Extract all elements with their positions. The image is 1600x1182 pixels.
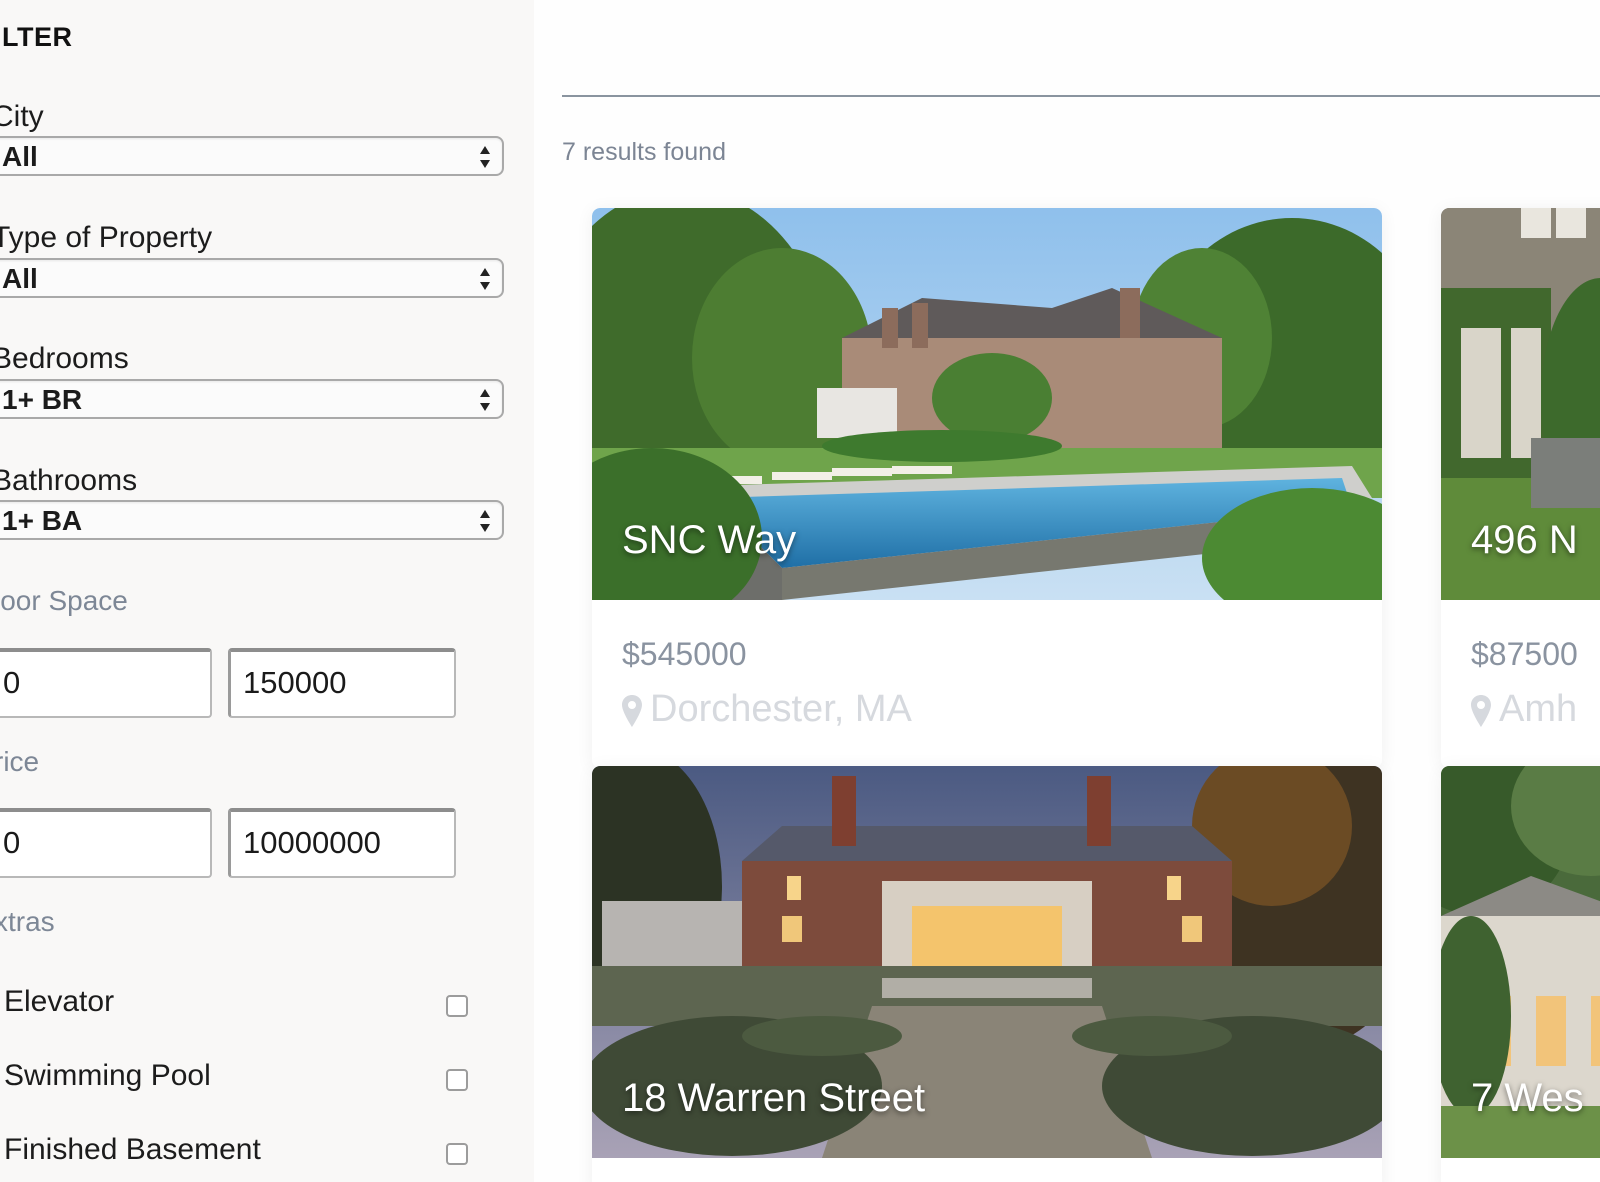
type-label: Type of Property xyxy=(0,221,213,254)
listing-location-text: Amh xyxy=(1499,688,1578,730)
extra-elevator-label: Elevator xyxy=(4,985,115,1018)
floor-space-min-input[interactable]: 0 xyxy=(0,648,212,718)
listing-card[interactable]: 496 N $87500 Amh xyxy=(1441,208,1600,768)
bedrooms-label: Bedrooms xyxy=(0,342,129,375)
select-arrows-icon xyxy=(480,146,490,168)
city-select-value: All xyxy=(2,141,38,172)
extra-finished-basement-checkbox[interactable] xyxy=(446,1143,468,1165)
floor-space-min-value: 0 xyxy=(3,665,21,700)
listing-location-text: Dorchester, MA xyxy=(650,688,912,730)
type-select-value: All xyxy=(2,263,38,294)
select-arrows-icon xyxy=(480,510,490,532)
bathrooms-label: Bathrooms xyxy=(0,464,138,497)
listing-title[interactable]: 7 Wes xyxy=(1471,1076,1584,1121)
city-label: City xyxy=(0,100,44,133)
listing-price: $545000 xyxy=(622,636,747,672)
filter-sidebar: ILTER City All Type of Property All Bedr… xyxy=(0,0,534,1182)
price-min-input[interactable]: 0 xyxy=(0,808,212,878)
floor-space-label: loor Space xyxy=(0,585,128,616)
listing-card[interactable]: SNC Way $545000 Dorchester, MA xyxy=(592,208,1382,768)
filter-title: ILTER xyxy=(0,22,73,52)
listing-title[interactable]: 18 Warren Street xyxy=(622,1076,925,1121)
price-min-value: 0 xyxy=(3,825,21,860)
price-label: rice xyxy=(0,746,40,777)
extras-label: xtras xyxy=(0,906,55,937)
bedrooms-select-value: 1+ BR xyxy=(2,384,83,415)
search-bar-underline xyxy=(562,95,1600,97)
extra-finished-basement-label: Finished Basement xyxy=(4,1133,261,1166)
floor-space-max-input[interactable]: 150000 xyxy=(228,648,456,718)
bathrooms-select-value: 1+ BA xyxy=(2,505,83,536)
map-pin-icon xyxy=(1471,694,1491,727)
select-arrows-icon xyxy=(480,268,490,290)
price-max-input[interactable]: 10000000 xyxy=(228,808,456,878)
listing-card[interactable]: 18 Warren Street xyxy=(592,766,1382,1182)
listing-location: Dorchester, MA xyxy=(622,688,912,731)
listing-title[interactable]: 496 N xyxy=(1471,518,1578,563)
listing-title[interactable]: SNC Way xyxy=(622,518,796,563)
city-select[interactable]: All xyxy=(0,136,504,176)
listing-location: Amh xyxy=(1471,688,1577,731)
select-arrows-icon xyxy=(480,389,490,411)
listing-card[interactable]: 7 Wes xyxy=(1441,766,1600,1182)
price-max-value: 10000000 xyxy=(243,825,381,860)
results-panel: 7 results found SNC Way $545000 Dorchest… xyxy=(534,0,1600,1182)
bedrooms-select[interactable]: 1+ BR xyxy=(0,379,504,419)
extra-elevator-checkbox[interactable] xyxy=(446,995,468,1017)
floor-space-max-value: 150000 xyxy=(243,665,347,700)
results-count: 7 results found xyxy=(562,138,726,166)
map-pin-icon xyxy=(622,694,642,727)
extra-swimming-pool-checkbox[interactable] xyxy=(446,1069,468,1091)
listing-price: $87500 xyxy=(1471,636,1578,672)
bathrooms-select[interactable]: 1+ BA xyxy=(0,500,504,540)
type-select[interactable]: All xyxy=(0,258,504,298)
extra-swimming-pool-label: Swimming Pool xyxy=(4,1059,211,1092)
